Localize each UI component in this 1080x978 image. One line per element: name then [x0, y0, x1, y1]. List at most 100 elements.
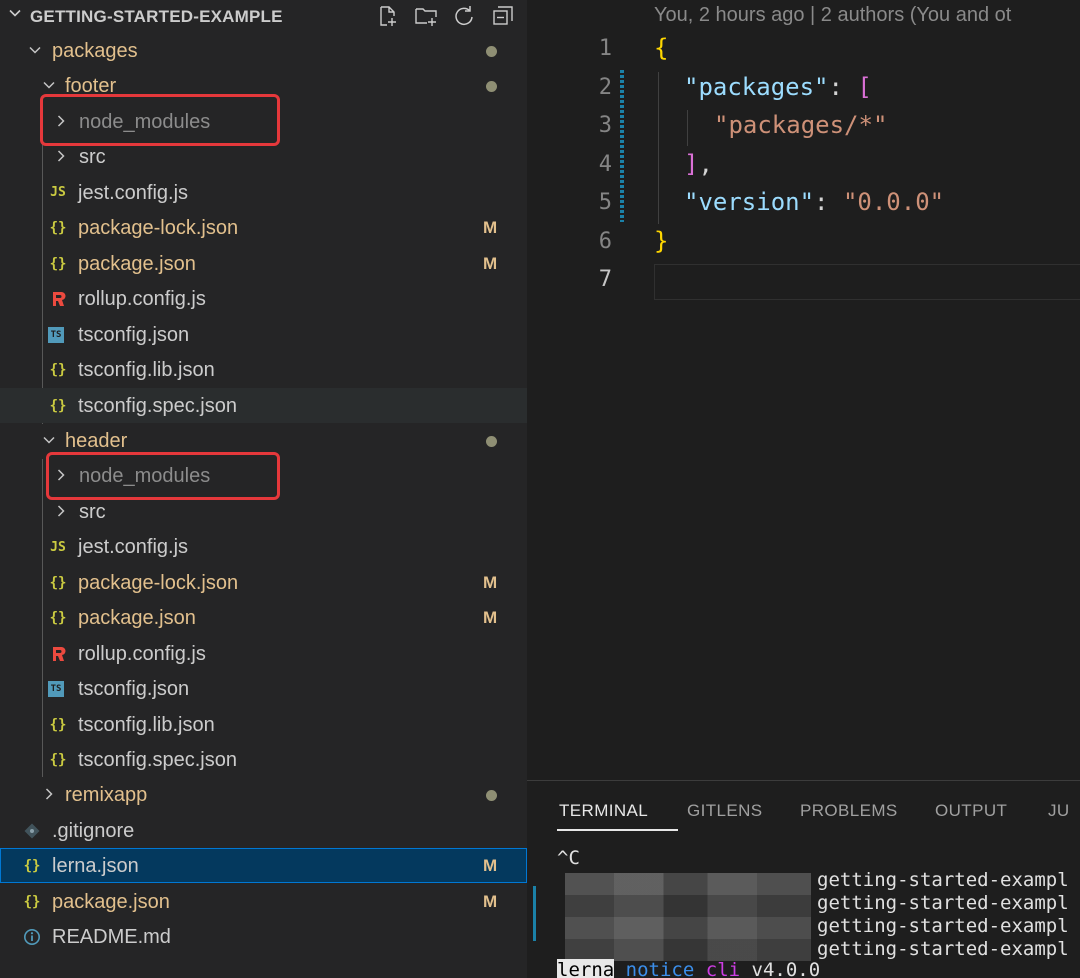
- file-label: tsconfig.spec.json: [78, 394, 237, 417]
- line-number: 1: [598, 36, 612, 61]
- code-line[interactable]: }: [654, 227, 668, 255]
- file-row[interactable]: {} package-lock.json M: [0, 565, 527, 600]
- json-file-icon: {}: [49, 716, 67, 733]
- new-file-icon[interactable]: [374, 3, 400, 29]
- file-row[interactable]: {} tsconfig.spec.json: [0, 742, 527, 777]
- terminal-line: getting-started-exampl: [817, 892, 1069, 914]
- code-token: :: [814, 188, 843, 216]
- file-row[interactable]: {} package-lock.json M: [0, 210, 527, 245]
- folder-row[interactable]: remixapp: [0, 777, 527, 812]
- redacted-region: [565, 873, 811, 961]
- code-token: "packages/*": [714, 111, 888, 139]
- file-label: jest.config.js: [78, 536, 189, 559]
- code-line[interactable]: {: [654, 34, 668, 62]
- terminal-token: notice: [625, 959, 695, 978]
- file-label: tsconfig.json: [78, 323, 190, 346]
- git-changes-dot: [486, 46, 497, 57]
- typescript-config-icon: TS: [48, 681, 64, 698]
- javascript-file-icon: JS: [50, 539, 66, 555]
- current-line-highlight: [654, 264, 1080, 300]
- terminal-line: getting-started-exampl: [817, 869, 1069, 891]
- code-token: }: [654, 227, 669, 255]
- terminal-token: lerna: [557, 959, 615, 978]
- file-row[interactable]: rollup.config.js: [0, 636, 527, 671]
- chevron-right-icon[interactable]: [54, 504, 68, 518]
- file-label: tsconfig.lib.json: [78, 713, 215, 736]
- tab-problems[interactable]: PROBLEMS: [800, 801, 898, 821]
- code-line[interactable]: "version": "0.0.0": [684, 188, 944, 216]
- terminal-token: v4.0.0: [740, 959, 821, 978]
- tab-output[interactable]: OUTPUT: [935, 801, 1007, 821]
- terminal-line: getting-started-exampl: [817, 938, 1069, 960]
- tab-jupyter[interactable]: JU: [1048, 801, 1070, 821]
- folder-row[interactable]: packages: [0, 33, 527, 68]
- refresh-icon[interactable]: [451, 3, 477, 29]
- chevron-down-icon[interactable]: [42, 433, 56, 447]
- tab-terminal[interactable]: TERMINAL: [559, 801, 648, 821]
- json-file-icon: {}: [23, 893, 41, 910]
- line-number: 5: [598, 190, 612, 215]
- file-row[interactable]: README.md: [0, 919, 527, 954]
- chevron-right-icon[interactable]: [54, 149, 68, 163]
- line-number: 3: [598, 113, 612, 138]
- file-row[interactable]: {} tsconfig.spec.json: [0, 387, 527, 423]
- file-label: tsconfig.json: [78, 678, 190, 701]
- line-number: 2: [598, 75, 612, 100]
- git-change-indicator[interactable]: [620, 70, 624, 222]
- terminal-line: getting-started-exampl: [817, 915, 1069, 937]
- folder-label: header: [65, 429, 128, 452]
- file-label: rollup.config.js: [78, 288, 206, 311]
- folder-label: remixapp: [65, 784, 148, 807]
- typescript-config-icon: TS: [48, 326, 64, 343]
- code-token: :: [828, 73, 858, 101]
- line-number: 4: [598, 152, 612, 177]
- collapse-all-icon[interactable]: [490, 3, 516, 29]
- git-changes-dot: [486, 81, 497, 93]
- rollup-file-icon: [48, 644, 68, 664]
- file-row[interactable]: {} package.json M: [0, 600, 527, 635]
- line-number: 7: [598, 267, 612, 292]
- file-label: jest.config.js: [78, 181, 189, 204]
- file-row[interactable]: {} package.json M: [0, 246, 527, 281]
- git-modified-badge: M: [483, 253, 498, 273]
- chevron-down-icon[interactable]: [28, 43, 42, 57]
- code-token: [: [857, 73, 872, 101]
- javascript-file-icon: JS: [50, 185, 66, 201]
- file-label: tsconfig.lib.json: [78, 359, 215, 382]
- highlight-annotation: [46, 452, 280, 500]
- git-changes-dot: [486, 435, 497, 447]
- file-row[interactable]: rollup.config.js: [0, 281, 527, 316]
- git-modified-badge: M: [483, 856, 498, 876]
- chevron-right-icon[interactable]: [42, 787, 56, 801]
- git-modified-badge: M: [483, 891, 498, 911]
- code-token: "packages": [684, 73, 829, 101]
- terminal-line: ^C: [557, 847, 580, 869]
- file-row[interactable]: {} tsconfig.lib.json: [0, 352, 527, 387]
- file-row[interactable]: TS tsconfig.json: [0, 317, 527, 352]
- file-row[interactable]: JS jest.config.js: [0, 529, 527, 564]
- file-label: .gitignore: [52, 819, 135, 842]
- file-row[interactable]: {} lerna.json M: [0, 848, 527, 884]
- chevron-down-icon[interactable]: [8, 6, 22, 20]
- workspace-title: GETTING-STARTED-EXAMPLE: [30, 7, 283, 26]
- file-row[interactable]: TS tsconfig.json: [0, 671, 527, 706]
- file-row[interactable]: .gitignore: [0, 813, 527, 848]
- file-row[interactable]: {} package.json M: [0, 884, 527, 919]
- folder-label: src: [79, 500, 106, 523]
- explorer-header[interactable]: GETTING-STARTED-EXAMPLE: [0, 0, 527, 32]
- file-row[interactable]: JS jest.config.js: [0, 175, 527, 210]
- editor-pane[interactable]: You, 2 hours ago | 2 authors (You and ot…: [527, 0, 1080, 780]
- chevron-down-icon[interactable]: [42, 78, 56, 92]
- code-line[interactable]: ],: [684, 150, 713, 178]
- tab-gitlens[interactable]: GITLENS: [687, 801, 763, 821]
- terminal-command-decoration: [533, 886, 536, 941]
- code-line[interactable]: "packages/*": [714, 111, 887, 139]
- git-modified-badge: M: [483, 608, 498, 628]
- file-label: rollup.config.js: [78, 642, 206, 665]
- code-line[interactable]: "packages": [: [684, 73, 872, 101]
- git-blame-annotation[interactable]: You, 2 hours ago | 2 authors (You and ot: [654, 4, 1011, 27]
- code-token: ,: [698, 150, 713, 178]
- new-folder-icon[interactable]: [413, 3, 439, 29]
- file-row[interactable]: {} tsconfig.lib.json: [0, 707, 527, 742]
- json-file-icon: {}: [23, 858, 41, 875]
